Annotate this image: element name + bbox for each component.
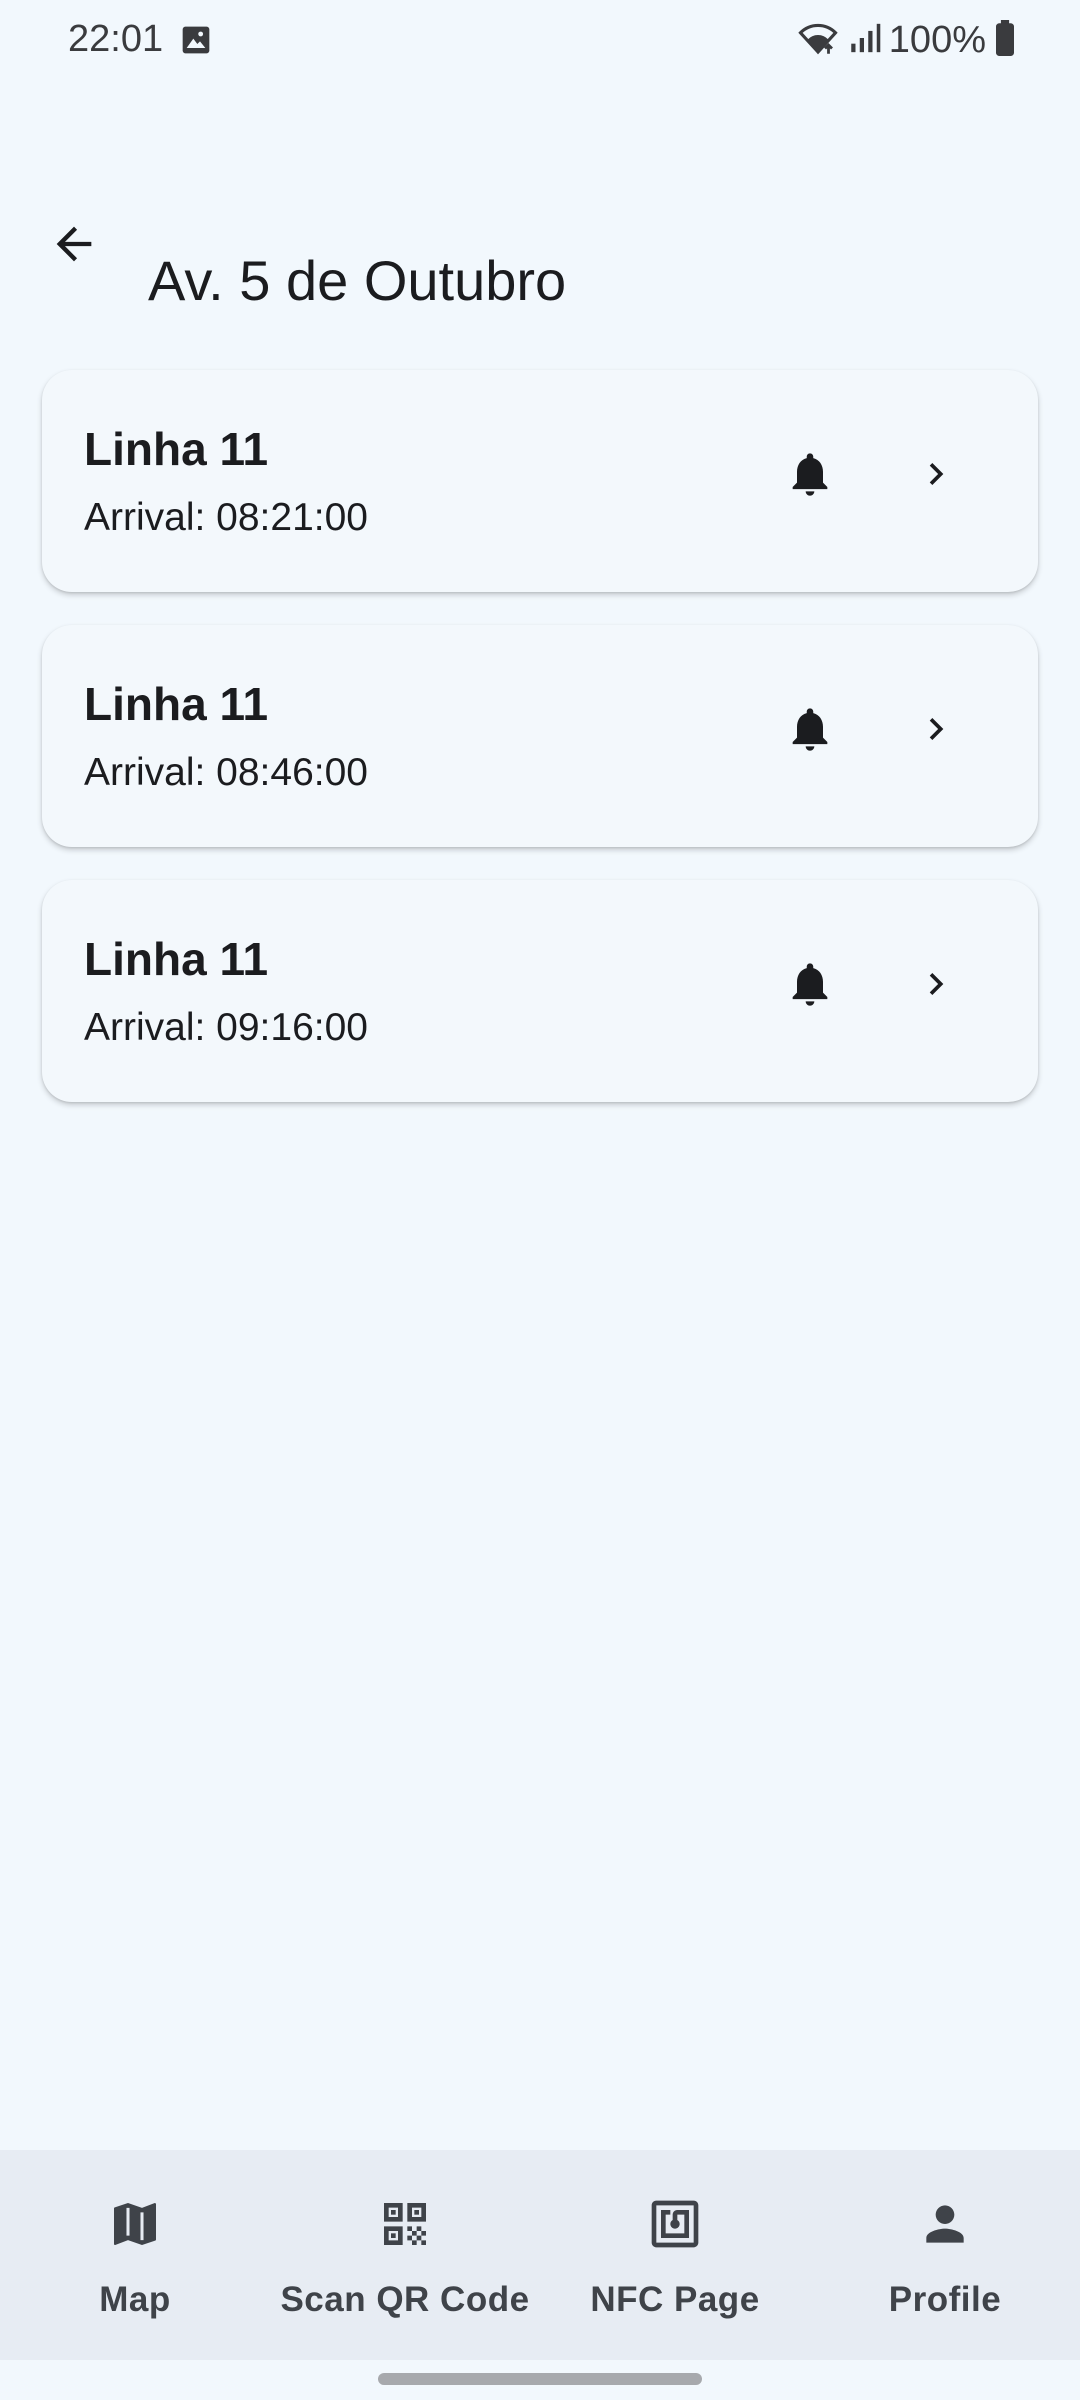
- page-title: Av. 5 de Outubro: [148, 248, 567, 312]
- line-name: Linha 11: [84, 678, 269, 730]
- nav-label: Map: [99, 2280, 171, 2319]
- app-bar: Av. 5 de Outubro: [0, 180, 1080, 312]
- arrival-card[interactable]: Linha 11 Arrival: 08:21:00: [42, 370, 1038, 592]
- nav-item-profile[interactable]: Profile: [810, 2150, 1080, 2360]
- open-details-button[interactable]: [902, 442, 970, 510]
- arrow-back-icon: [48, 218, 100, 275]
- notify-button[interactable]: [772, 948, 848, 1024]
- qr-code-icon: [373, 2192, 437, 2256]
- status-time: 22:01: [68, 18, 164, 60]
- arrival-time: Arrival: 08:21:00: [84, 496, 368, 539]
- status-bar: 22:01 100%: [0, 0, 1080, 80]
- back-button[interactable]: [36, 208, 112, 284]
- arrival-card[interactable]: Linha 11 Arrival: 09:16:00: [42, 880, 1038, 1102]
- chevron-right-icon: [914, 962, 958, 1011]
- bell-icon: [784, 446, 836, 507]
- chevron-right-icon: [914, 452, 958, 501]
- notify-button[interactable]: [772, 693, 848, 769]
- open-details-button[interactable]: [902, 952, 970, 1020]
- bell-icon: [784, 956, 836, 1017]
- person-icon: [913, 2192, 977, 2256]
- open-details-button[interactable]: [902, 697, 970, 765]
- arrival-time: Arrival: 09:16:00: [84, 1006, 368, 1049]
- line-name: Linha 11: [84, 423, 269, 475]
- line-name: Linha 11: [84, 933, 269, 985]
- status-right: 100%: [797, 16, 1016, 64]
- arrival-time: Arrival: 08:46:00: [84, 751, 368, 794]
- nav-item-nfc[interactable]: NFC Page: [540, 2150, 810, 2360]
- nfc-icon: [643, 2192, 707, 2256]
- wifi-icon: [797, 20, 839, 61]
- signal-icon: [847, 21, 881, 60]
- nav-label: Profile: [888, 2280, 1002, 2319]
- arrival-list: Linha 11 Arrival: 08:21:00 Linha 11 Arri…: [42, 370, 1038, 1135]
- bottom-navigation: Map Scan QR Code NFC Page Profile: [0, 2150, 1080, 2360]
- battery-percentage: 100%: [888, 18, 986, 61]
- gallery-icon: [180, 24, 212, 56]
- arrival-card[interactable]: Linha 11 Arrival: 08:46:00: [42, 625, 1038, 847]
- nav-item-map[interactable]: Map: [0, 2150, 270, 2360]
- notify-button[interactable]: [772, 438, 848, 514]
- bell-icon: [784, 701, 836, 762]
- nav-label: Scan QR Code: [280, 2280, 530, 2319]
- nav-label: NFC Page: [590, 2280, 760, 2319]
- gesture-bar[interactable]: [378, 2373, 702, 2385]
- map-icon: [103, 2192, 167, 2256]
- battery-icon: [994, 19, 1016, 61]
- nav-item-scan-qr[interactable]: Scan QR Code: [270, 2150, 540, 2360]
- chevron-right-icon: [914, 707, 958, 756]
